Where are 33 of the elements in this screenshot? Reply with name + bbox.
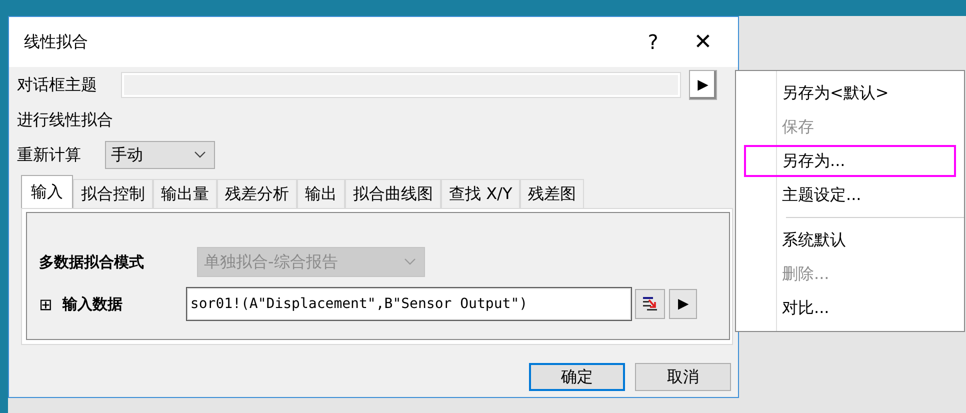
dialog-button[interactable]: 确定 bbox=[529, 363, 625, 391]
worksheet-select-icon bbox=[641, 295, 660, 313]
tab[interactable]: 残差分析 bbox=[217, 179, 297, 208]
data-menu-button[interactable]: ▶ bbox=[669, 289, 698, 319]
tab[interactable]: 拟合曲线图 bbox=[345, 179, 441, 208]
theme-menu-button[interactable]: ▶ bbox=[689, 70, 717, 100]
tab[interactable]: 输出量 bbox=[153, 179, 217, 208]
chevron-down-icon bbox=[194, 151, 206, 159]
help-button[interactable]: ? bbox=[628, 22, 678, 62]
window-title: 线性拟合 bbox=[24, 32, 89, 52]
menu-item[interactable]: 系统默认 bbox=[744, 224, 956, 256]
close-button[interactable]: ✕ bbox=[678, 22, 728, 62]
select-data-button[interactable] bbox=[635, 289, 666, 319]
dialog-button[interactable]: 取消 bbox=[635, 363, 731, 391]
menu-item[interactable]: 主题设定... bbox=[744, 179, 956, 211]
description-text: 进行线性拟合 bbox=[17, 110, 113, 130]
menu-item[interactable]: 另存为... bbox=[744, 145, 956, 177]
expand-toggle[interactable]: ⊞ bbox=[39, 294, 52, 314]
tab[interactable]: 残差图 bbox=[520, 179, 584, 208]
tab[interactable]: 输出 bbox=[297, 179, 345, 208]
fit-mode-label: 多数据拟合模式 bbox=[39, 252, 145, 272]
theme-label: 对话框主题 bbox=[17, 74, 97, 96]
tab[interactable]: 查找 X/Y bbox=[441, 179, 520, 208]
menu-item[interactable]: 对比... bbox=[744, 292, 956, 324]
input-data-field[interactable]: sor01!(A"Displacement",B"Sensor Output") bbox=[186, 287, 632, 321]
chevron-down-icon bbox=[404, 258, 416, 266]
recalculate-dropdown[interactable]: 手动 bbox=[105, 141, 215, 169]
menu-item[interactable]: 另存为<默认> bbox=[744, 77, 956, 109]
tab[interactable]: 拟合控制 bbox=[73, 179, 153, 208]
tab[interactable]: 输入 bbox=[21, 175, 73, 208]
recalculate-label: 重新计算 bbox=[17, 144, 81, 166]
theme-field[interactable] bbox=[121, 72, 681, 98]
input-data-label: 输入数据 bbox=[62, 294, 124, 314]
